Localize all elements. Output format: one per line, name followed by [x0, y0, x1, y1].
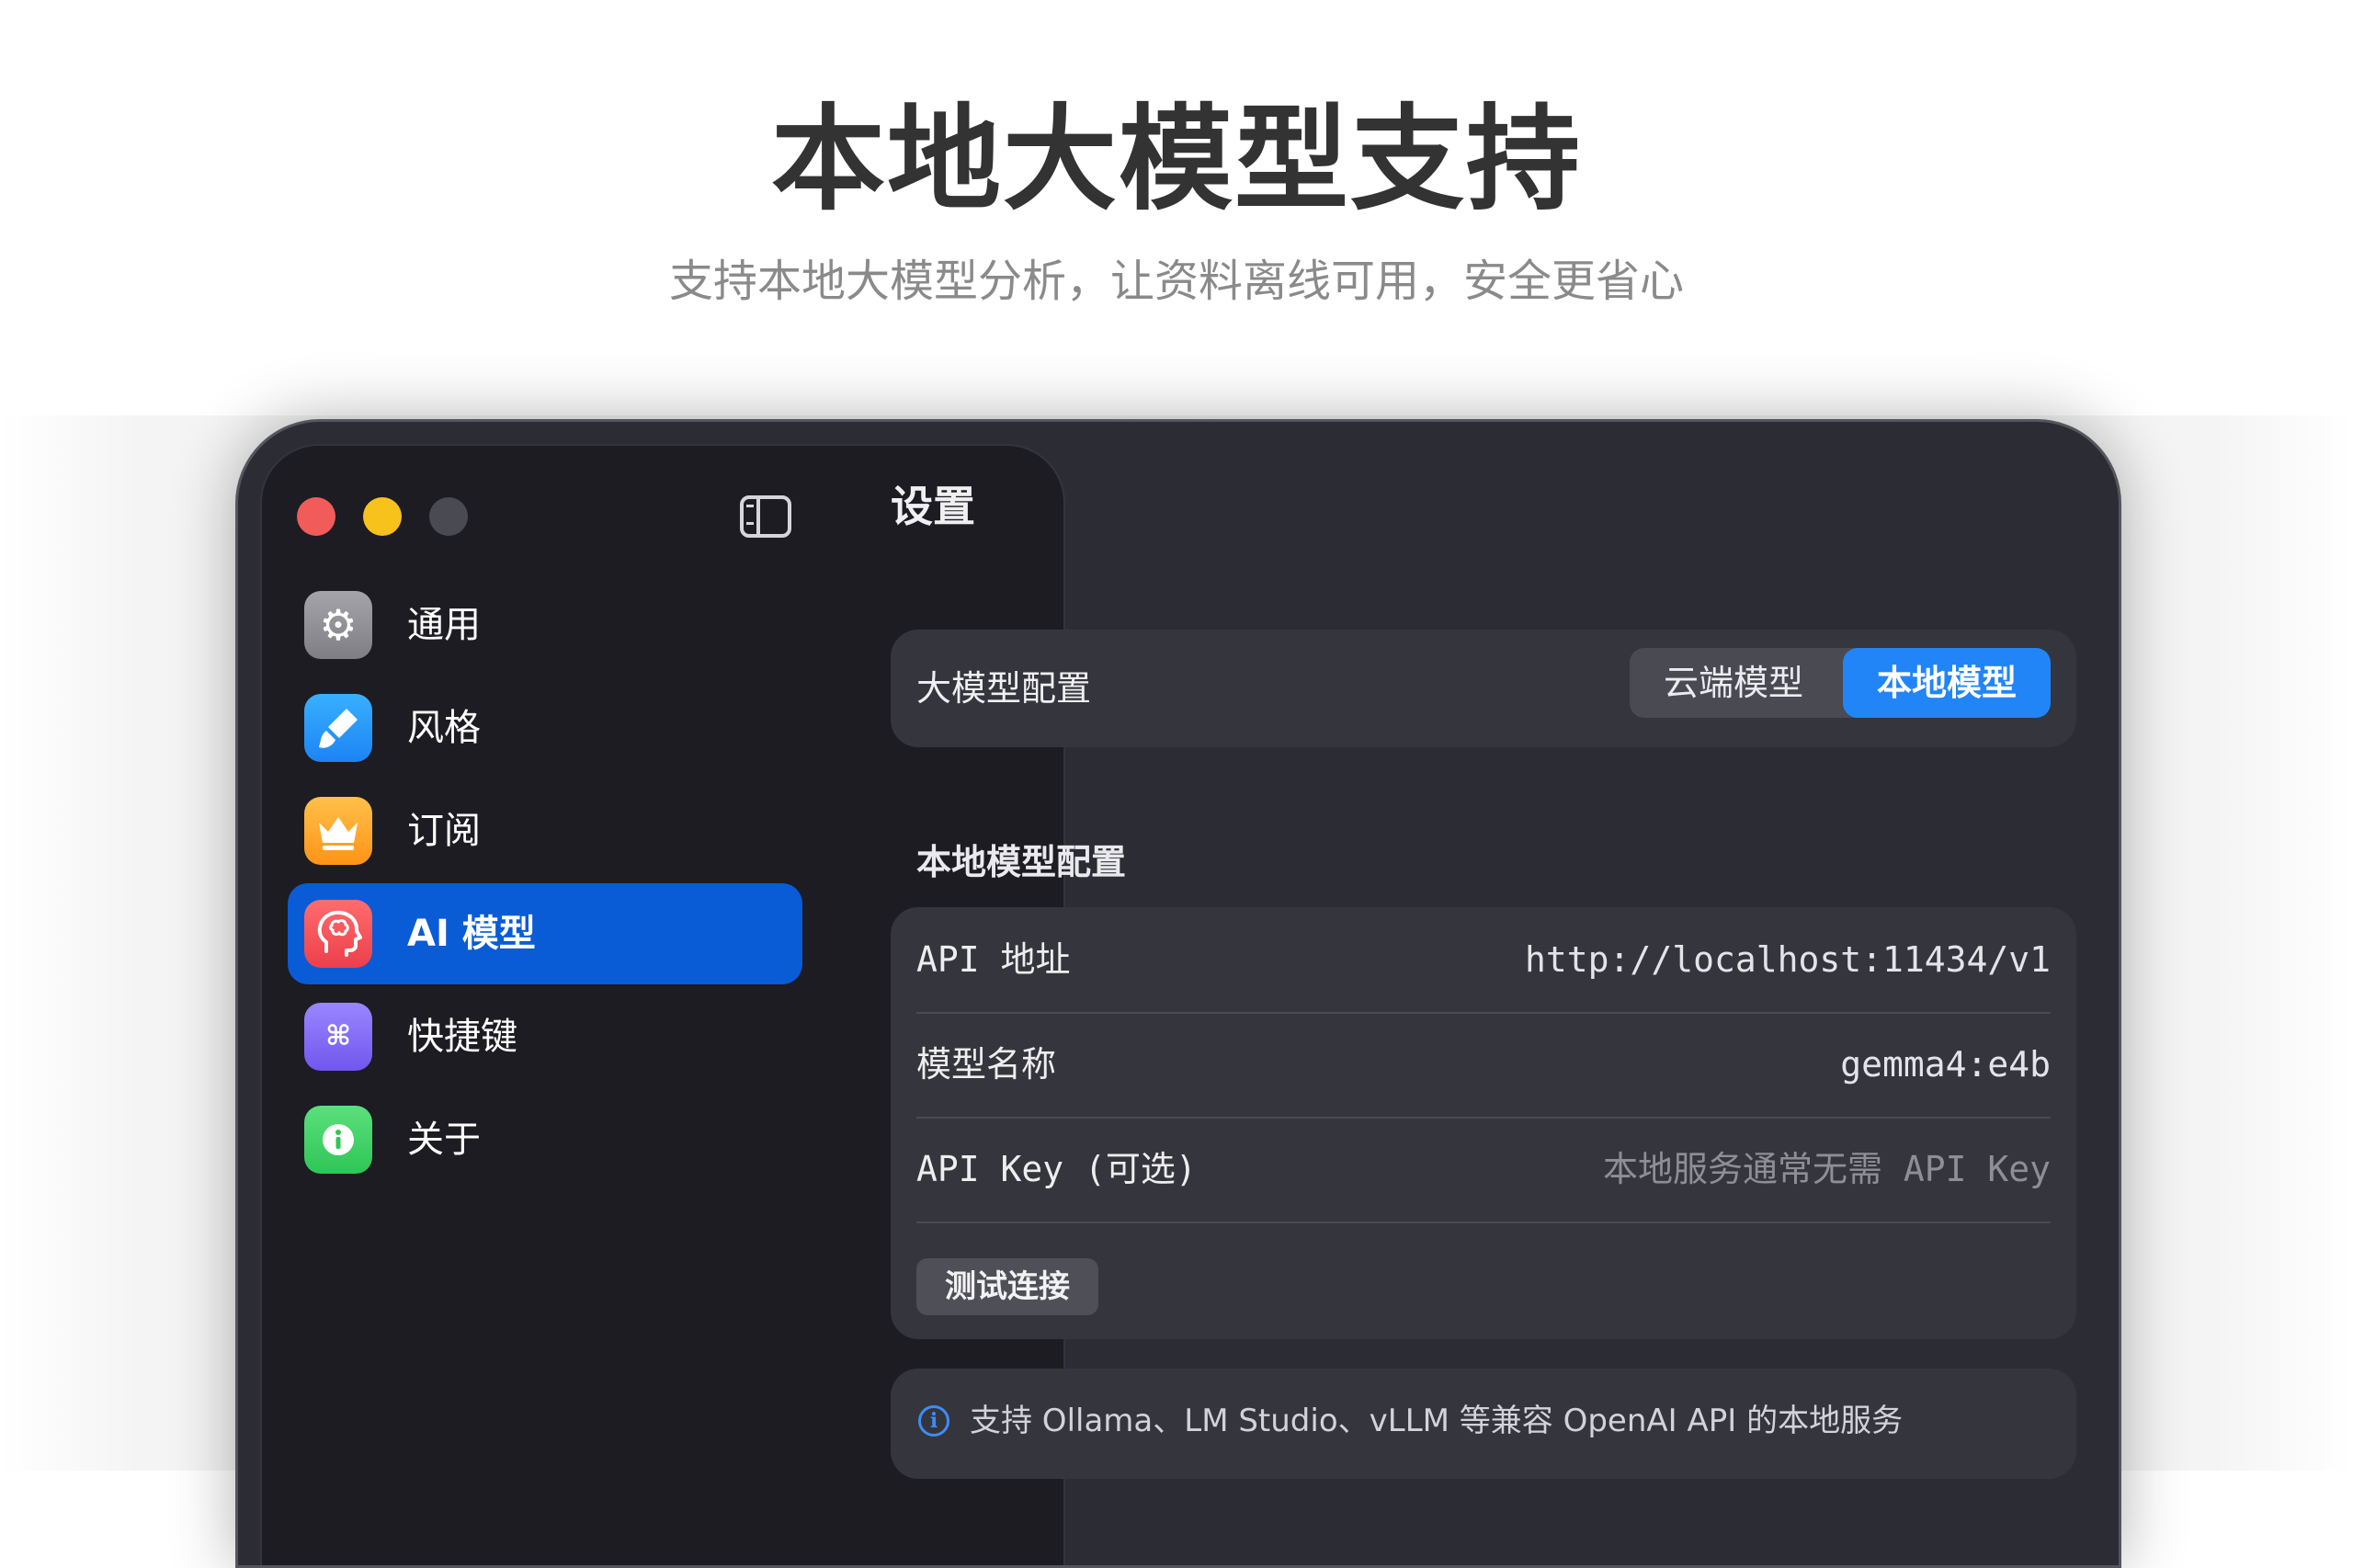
api-url-row[interactable]: API 地址 http://localhost:11434/v1: [916, 907, 2051, 1014]
minimize-window-button[interactable]: [363, 497, 402, 536]
crown-icon: [304, 797, 372, 865]
sidebar-item-label: 通用: [407, 604, 481, 646]
info-text: 支持 Ollama、LM Studio、vLLM 等兼容 OpenAI API …: [970, 1403, 1904, 1439]
info-circle-icon: i: [918, 1405, 949, 1437]
gear-icon: ⚙: [304, 591, 372, 659]
model-name-row[interactable]: 模型名称 gemma4:e4b: [916, 1012, 2051, 1119]
close-window-button[interactable]: [297, 497, 335, 536]
sidebar-item-ai-model[interactable]: AI 模型: [288, 883, 802, 984]
llm-config-label: 大模型配置: [916, 668, 1092, 709]
brain-icon: [304, 900, 372, 968]
sidebar-item-label: 快捷键: [407, 1016, 517, 1058]
info-card: i 支持 Ollama、LM Studio、vLLM 等兼容 OpenAI AP…: [891, 1369, 2076, 1479]
sidebar-item-subscription[interactable]: 订阅: [288, 780, 802, 881]
brush-icon: [304, 694, 372, 762]
api-key-label: API Key (可选): [916, 1149, 1197, 1189]
sidebar-item-style[interactable]: 风格: [288, 677, 802, 778]
sidebar-item-shortcuts[interactable]: ⌘ 快捷键: [288, 986, 802, 1087]
model-name-field[interactable]: gemma4:e4b: [1840, 1012, 2051, 1117]
api-url-label: API 地址: [916, 939, 1071, 980]
segment-local-model[interactable]: 本地模型: [1843, 648, 2051, 718]
api-url-field[interactable]: http://localhost:11434/v1: [1525, 907, 2051, 1012]
model-source-segmented-control: 云端模型 本地模型: [1630, 648, 2051, 718]
sidebar-item-label: 订阅: [407, 810, 481, 852]
command-icon: ⌘: [304, 1003, 372, 1071]
hero-subtitle: 支持本地大模型分析，让资料离线可用，安全更省心: [668, 256, 1684, 307]
sidebar-item-label: AI 模型: [407, 913, 536, 955]
segment-cloud-model[interactable]: 云端模型: [1630, 648, 1837, 718]
sidebar-item-general[interactable]: ⚙ 通用: [288, 574, 802, 676]
hero-title: 本地大模型支持: [770, 94, 1582, 226]
test-connection-button[interactable]: 测试连接: [916, 1258, 1098, 1315]
model-name-label: 模型名称: [916, 1044, 1057, 1085]
page-title: 设置: [891, 482, 975, 531]
local-config-heading: 本地模型配置: [916, 842, 1127, 882]
settings-window: ⚙ 通用 风格 订阅 AI 模型 ⌘ 快捷键 关于 设置 大模型配置 云端模型 …: [235, 419, 2121, 1568]
sidebar-item-label: 风格: [407, 707, 481, 749]
zoom-window-button[interactable]: [429, 497, 468, 536]
info-icon: [304, 1106, 372, 1174]
api-key-row[interactable]: API Key (可选) 本地服务通常无需 API Key: [916, 1117, 2051, 1223]
api-key-field[interactable]: 本地服务通常无需 API Key: [1603, 1117, 2051, 1221]
sidebar-toggle-icon[interactable]: [740, 495, 791, 538]
llm-config-card: 大模型配置 云端模型 本地模型: [891, 630, 2076, 747]
sidebar-item-label: 关于: [407, 1119, 481, 1161]
sidebar-item-about[interactable]: 关于: [288, 1089, 802, 1190]
local-config-card: API 地址 http://localhost:11434/v1 模型名称 ge…: [891, 907, 2076, 1339]
